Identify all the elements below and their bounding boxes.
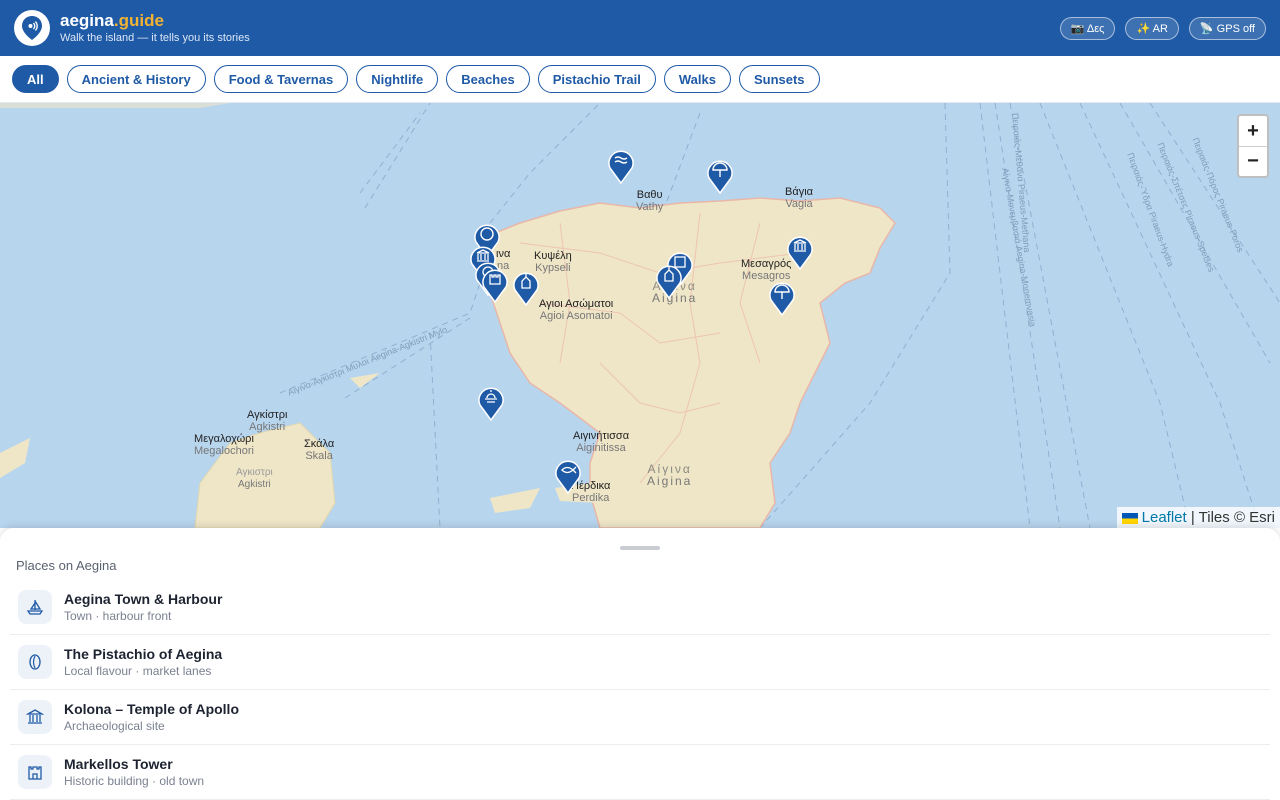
map[interactable]: Αίγινα-Αγκίστρι Μυλοι Aegina-Agkistri My… xyxy=(0,103,1280,528)
places-list: Aegina Town & Harbour Town · harbour fro… xyxy=(10,580,1270,800)
marker-monastery-icon[interactable] xyxy=(655,261,683,299)
gps-toggle-button[interactable]: 📡 GPS off xyxy=(1188,16,1266,40)
place-item-aegina-town[interactable]: Aegina Town & Harbour Town · harbour fro… xyxy=(10,580,1270,635)
label-agkistri-island: Αγκιστρι Agkistri xyxy=(236,467,273,491)
place-item-pistachio[interactable]: The Pistachio of Aegina Local flavour · … xyxy=(10,635,1270,690)
ar-button[interactable]: ✨ AR xyxy=(1125,16,1179,40)
place-item-subtitle: Archaeological site xyxy=(64,719,165,733)
marker-fish-icon[interactable] xyxy=(554,456,582,494)
label-megalochori-en: Megalochori xyxy=(194,445,254,457)
brand: aegina.guide Walk the island — it tells … xyxy=(60,11,250,45)
place-item-title: Aegina Town & Harbour xyxy=(64,591,223,607)
pistachio-icon xyxy=(18,645,52,679)
label-megalochori-gr: Μεγαλοχώρι xyxy=(194,433,254,445)
place-item-title: The Pistachio of Aegina xyxy=(64,646,223,662)
label-aegina-south: Αίγινα Aigina xyxy=(647,463,692,487)
label-agkistri-isl-gr: Αγκιστρι xyxy=(236,467,273,478)
label-vagia-gr: Βάγια xyxy=(785,186,813,198)
filter-chip-walks[interactable]: Walks xyxy=(663,65,731,93)
castle-icon xyxy=(18,755,52,789)
map-attribution: Leaflet | Tiles © Esri xyxy=(1116,507,1280,528)
leaflet-link[interactable]: Leaflet xyxy=(1142,509,1187,526)
label-agioi-asomatoi: Αγιοι Ασώματοι Agioi Asomatoi xyxy=(539,298,613,322)
label-skala-gr: Σκάλα xyxy=(304,438,335,450)
brand-tagline: Walk the island — it tells you its stori… xyxy=(60,32,250,44)
tiles-attribution: | Tiles © Esri xyxy=(1186,509,1275,526)
sailboat-icon xyxy=(18,590,52,624)
label-aegina-south-en: Aigina xyxy=(647,474,693,488)
filter-chip-food-tavernas[interactable]: Food & Tavernas xyxy=(213,65,349,93)
label-asomatoi-gr: Αγιοι Ασώματοι xyxy=(539,298,614,310)
label-vathy: Βαθυ Vathy xyxy=(636,189,663,213)
marker-beach-umbrella-icon[interactable] xyxy=(768,278,796,316)
label-vathy-en: Vathy xyxy=(636,201,664,213)
place-item-subtitle: Historic building · old town xyxy=(64,774,205,788)
zoom-out-button[interactable]: − xyxy=(1239,146,1267,176)
label-agkistri-gr: Αγκίστρι xyxy=(247,409,288,421)
label-skala: Σκάλα Skala xyxy=(304,438,334,462)
place-item-kolona[interactable]: Kolona – Temple of Apollo Archaeological… xyxy=(10,690,1270,745)
ukraine-flag-icon xyxy=(1121,512,1138,524)
map-base-layer xyxy=(0,103,1280,528)
label-skala-en: Skala xyxy=(305,450,333,462)
filter-chip-beaches[interactable]: Beaches xyxy=(446,65,530,93)
filter-chip-nightlife[interactable]: Nightlife xyxy=(356,65,439,93)
temple-icon xyxy=(18,700,52,734)
place-item-title: Markellos Tower xyxy=(64,756,173,772)
label-aiginitissa: Αιγινήτισσα Aiginitissa xyxy=(573,430,629,454)
label-vathy-gr: Βαθυ xyxy=(636,189,663,201)
label-asomatoi-en: Agioi Asomatoi xyxy=(539,310,613,322)
marker-castle-icon[interactable] xyxy=(481,265,509,303)
places-title: Places on Aegina xyxy=(16,558,117,573)
label-megalochori: Μεγαλοχώρι Megalochori xyxy=(194,433,254,457)
brand-main: aegina xyxy=(60,11,114,30)
camera-button[interactable]: 📷 Δες xyxy=(1059,16,1116,40)
place-item-title: Kolona – Temple of Apollo xyxy=(64,701,239,717)
label-vagia-en: Vagia xyxy=(785,198,813,210)
marker-sunset-icon[interactable] xyxy=(477,383,505,421)
place-item-subtitle: Local flavour · market lanes xyxy=(64,664,212,678)
brand-accent: .guide xyxy=(113,11,164,30)
place-item-subtitle: Town · harbour front xyxy=(64,609,172,623)
label-aiginitissa-en: Aiginitissa xyxy=(576,442,626,454)
location-pin-icon xyxy=(22,16,42,40)
filter-chip-ancient-history[interactable]: Ancient & History xyxy=(66,65,206,93)
label-agkistri-isl-en: Agkistri xyxy=(237,479,271,490)
filter-chip-sunsets[interactable]: Sunsets xyxy=(738,65,820,93)
marker-church-icon[interactable] xyxy=(512,268,540,306)
zoom-in-button[interactable]: + xyxy=(1239,116,1267,146)
marker-umbrella-icon[interactable] xyxy=(706,156,734,194)
brand-title: aegina.guide xyxy=(60,11,250,31)
marker-museum-icon[interactable] xyxy=(786,232,814,270)
sheet-drag-handle[interactable] xyxy=(620,546,660,550)
places-sheet: Places on Aegina Aegina Town & Harbour T… xyxy=(0,528,1280,800)
logo[interactable] xyxy=(14,10,50,46)
zoom-control: + − xyxy=(1237,114,1269,178)
header-actions: 📷 Δες ✨ AR 📡 GPS off xyxy=(1059,16,1266,40)
label-vagia: Βάγια Vagia xyxy=(785,186,813,210)
app-header: aegina.guide Walk the island — it tells … xyxy=(0,0,1280,56)
label-kypseli-gr: Κυψέλη xyxy=(534,250,572,262)
marker-waves-icon[interactable] xyxy=(607,146,635,184)
label-agkistri: Αγκίστρι Agkistri xyxy=(247,409,287,433)
category-filter-bar: All Ancient & History Food & Tavernas Ni… xyxy=(0,56,1280,103)
label-aiginitissa-gr: Αιγινήτισσα xyxy=(573,430,630,442)
filter-chip-all[interactable]: All xyxy=(12,65,59,93)
place-item-markellos[interactable]: Markellos Tower Historic building · old … xyxy=(10,745,1270,800)
label-agkistri-en: Agkistri xyxy=(249,421,286,433)
filter-chip-pistachio-trail[interactable]: Pistachio Trail xyxy=(537,65,656,93)
label-mesagros-gr: Μεσαγρός xyxy=(741,258,792,270)
